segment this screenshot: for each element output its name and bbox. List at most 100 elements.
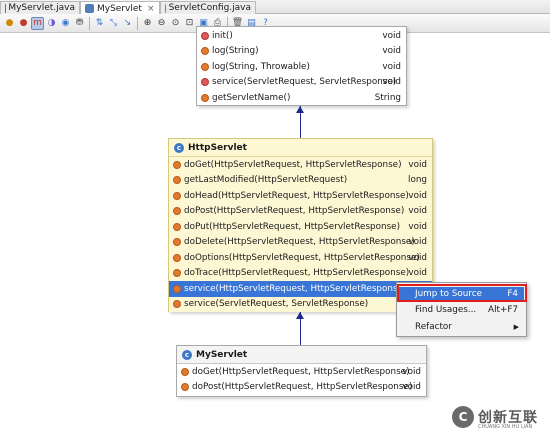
method-name: doPut(HttpServletRequest, HttpServletRes… [184, 222, 400, 232]
toolbar-separator [137, 17, 138, 30]
diagram-icon [85, 4, 94, 13]
method-name: service(HttpServletRequest, HttpServletR… [184, 284, 406, 294]
brand-subtitle: CHUANG XIN HU LIAN [478, 424, 532, 430]
watermark: C 创新互联 CHUANG XIN HU LIAN [452, 406, 538, 428]
close-icon[interactable]: × [147, 4, 155, 14]
method-type: void [408, 191, 427, 201]
refactor-item[interactable]: Refactor ▶ [399, 320, 524, 334]
method-row[interactable]: doTrace(HttpServletRequest, HttpServletR… [169, 266, 432, 282]
method-icon [201, 94, 209, 102]
method-type: void [408, 268, 427, 278]
method-name: doGet(HttpServletRequest, HttpServletRes… [192, 367, 410, 377]
method-row[interactable]: doPost(HttpServletRequest, HttpServletRe… [169, 204, 432, 220]
method-row[interactable]: init() void [197, 28, 406, 44]
fields-icon[interactable]: ● [3, 17, 16, 30]
method-row[interactable]: doHead(HttpServletRequest, HttpServletRe… [169, 188, 432, 204]
tab-label: MyServlet.java [8, 3, 75, 13]
method-name: log(String) [212, 46, 259, 56]
method-type: void [408, 206, 427, 216]
method-type: void [382, 46, 401, 56]
filter-icon[interactable]: ⛃ [73, 17, 86, 30]
method-name: doPost(HttpServletRequest, HttpServletRe… [192, 382, 412, 392]
method-type: void [382, 62, 401, 72]
method-name: init() [212, 31, 233, 41]
submenu-arrow-icon: ▶ [514, 323, 519, 331]
tab-servletconfig-java[interactable]: ServletConfig.java [160, 1, 256, 14]
properties-icon[interactable]: ◑ [45, 17, 58, 30]
abstract-method-icon [201, 32, 209, 40]
method-row[interactable]: service(ServletRequest, ServletResponse)… [169, 297, 432, 313]
http-servlet-node[interactable]: c HttpServlet doGet(HttpServletRequest, … [168, 138, 433, 312]
method-type: void [402, 367, 421, 377]
method-type: void [408, 160, 427, 170]
method-type: void [408, 253, 427, 263]
edge-icon[interactable]: ↘ [121, 17, 134, 30]
method-row[interactable]: doGet(HttpServletRequest, HttpServletRes… [177, 364, 426, 380]
method-name: doPost(HttpServletRequest, HttpServletRe… [184, 206, 404, 216]
method-type: void [408, 222, 427, 232]
method-name: doTrace(HttpServletRequest, HttpServletR… [184, 268, 409, 278]
method-type: void [408, 237, 427, 247]
method-row-selected[interactable]: service(HttpServletRequest, HttpServletR… [169, 281, 432, 297]
method-icon [201, 63, 209, 71]
tab-myservlet-java[interactable]: MyServlet.java [0, 1, 80, 14]
menu-item-label: Refactor [415, 322, 452, 332]
abstract-class-icon: c [174, 143, 184, 153]
method-icon [173, 300, 181, 308]
class-header: c HttpServlet [169, 139, 432, 157]
method-icon [181, 368, 189, 376]
method-type: void [382, 77, 401, 87]
method-row[interactable]: doPost(HttpServletRequest, HttpServletRe… [177, 380, 426, 396]
methods-icon[interactable]: m [31, 17, 44, 30]
method-icon [173, 161, 181, 169]
method-row[interactable]: doOptions(HttpServletRequest, HttpServle… [169, 250, 432, 266]
method-row[interactable]: getLastModified(HttpServletRequest)long [169, 173, 432, 189]
toolbar-separator [89, 17, 90, 30]
method-row[interactable]: log(String, Throwable) void [197, 59, 406, 75]
tab-label: MyServlet [97, 4, 142, 14]
menu-item-label: Jump to Source [415, 289, 482, 299]
method-type: void [402, 382, 421, 392]
method-type: long [408, 175, 427, 185]
method-icon [173, 269, 181, 277]
menu-item-label: Find Usages... [415, 305, 476, 315]
method-row[interactable]: log(String) void [197, 44, 406, 60]
method-row[interactable]: getServletName() String [197, 90, 406, 106]
menu-item-shortcut: Alt+F7 [488, 305, 518, 315]
method-row[interactable]: doPut(HttpServletRequest, HttpServletRes… [169, 219, 432, 235]
method-icon [173, 192, 181, 200]
class-title: HttpServlet [188, 143, 247, 153]
tab-label: ServletConfig.java [169, 3, 251, 13]
method-icon [173, 176, 181, 184]
generic-servlet-node[interactable]: init() void log(String) void log(String,… [196, 26, 407, 106]
inner-classes-icon[interactable]: ◉ [59, 17, 72, 30]
find-usages-item[interactable]: Find Usages... Alt+F7 [399, 303, 524, 317]
fit-content-icon[interactable]: ⊡ [183, 17, 196, 30]
method-icon [173, 254, 181, 262]
method-icon [201, 47, 209, 55]
method-row[interactable]: doGet(HttpServletRequest, HttpServletRes… [169, 157, 432, 173]
zoom-in-icon[interactable]: ⊕ [141, 17, 154, 30]
class-icon: c [182, 350, 192, 360]
method-icon [173, 207, 181, 215]
diagram-canvas[interactable]: init() void log(String) void log(String,… [0, 34, 550, 409]
zoom-out-icon[interactable]: ⊖ [155, 17, 168, 30]
jump-to-source-item[interactable]: Jump to Source F4 [399, 287, 524, 301]
method-row[interactable]: doDelete(HttpServletRequest, HttpServlet… [169, 235, 432, 251]
constructors-icon[interactable]: ● [17, 17, 30, 30]
brand-logo-icon: C [452, 406, 474, 428]
method-name: doHead(HttpServletRequest, HttpServletRe… [184, 191, 409, 201]
link-icon[interactable]: ⤡ [107, 17, 120, 30]
tab-myservlet-diagram[interactable]: MyServlet × [80, 1, 160, 15]
interface-file-icon [165, 4, 166, 13]
method-name: doDelete(HttpServletRequest, HttpServlet… [184, 237, 415, 247]
class-header: c MyServlet [177, 346, 426, 364]
my-servlet-node[interactable]: c MyServlet doGet(HttpServletRequest, Ht… [176, 345, 427, 397]
method-type: void [382, 31, 401, 41]
actual-size-icon[interactable]: ⊙ [169, 17, 182, 30]
method-type: String [375, 93, 401, 103]
layout-icon[interactable]: ⇅ [93, 17, 106, 30]
abstract-method-icon [201, 78, 209, 86]
method-name: service(ServletRequest, ServletResponse) [212, 77, 396, 87]
method-row[interactable]: service(ServletRequest, ServletResponse)… [197, 75, 406, 91]
